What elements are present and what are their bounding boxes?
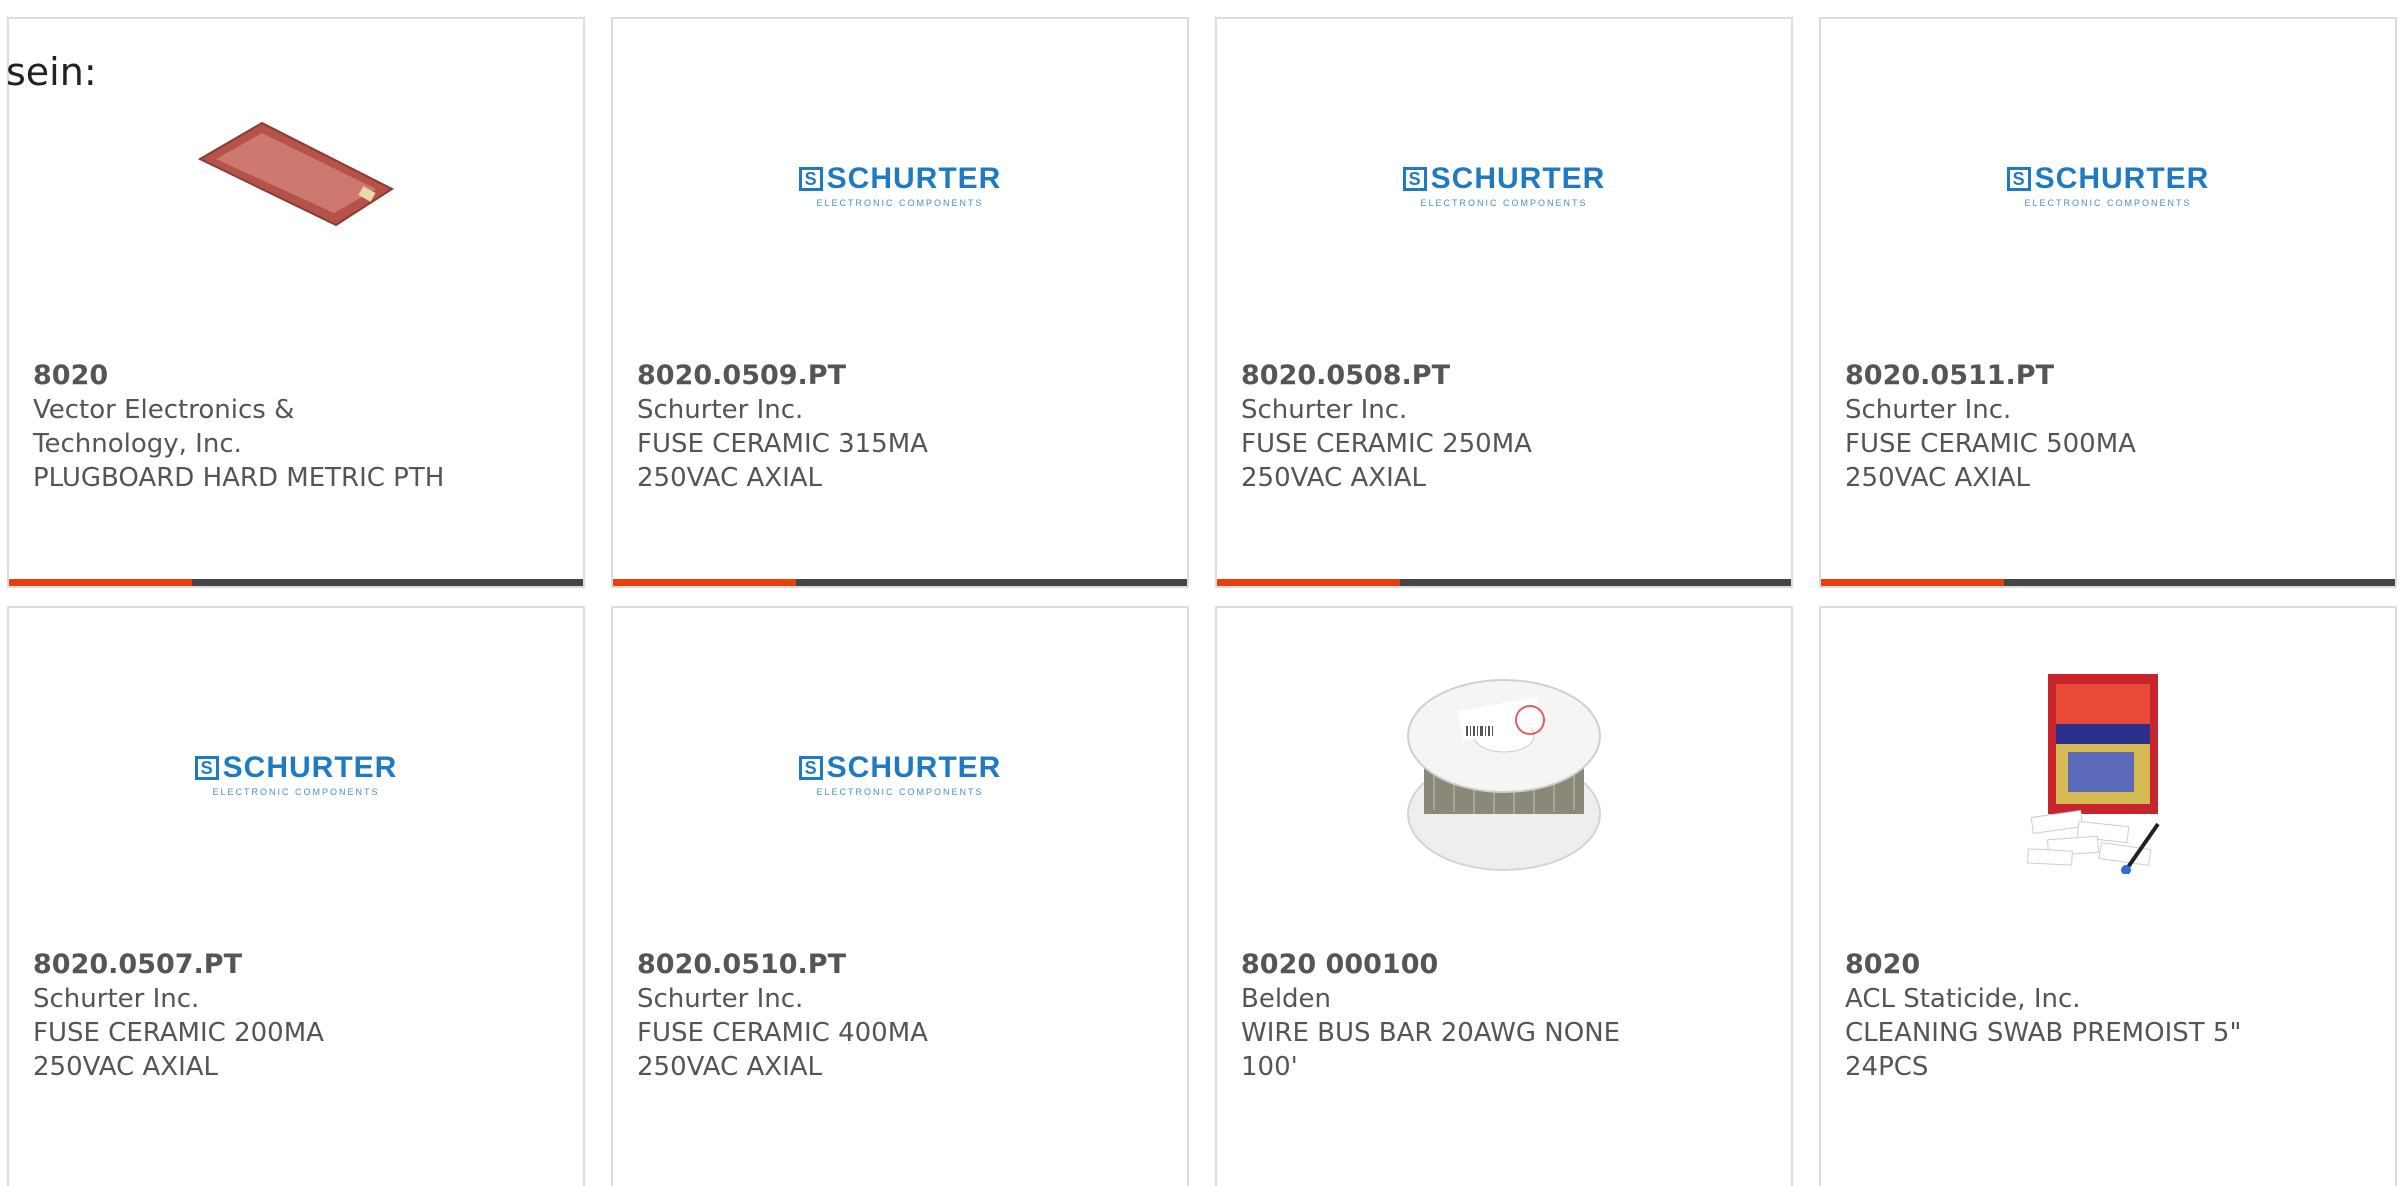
manufacturer: Schurter Inc. (1241, 395, 1408, 425)
manufacturer: Schurter Inc. (637, 984, 804, 1014)
card-bar (9, 579, 583, 586)
manufacturer: Schurter Inc. (1845, 395, 2012, 425)
description: FUSE CERAMIC 250MA 250VAC AXIAL (1241, 429, 1532, 493)
product-image-schurter-logo[interactable]: S SCHURTER ELECTRONIC COMPONENTS (798, 85, 1002, 285)
card-bar-accent (9, 579, 192, 586)
logo-sub: ELECTRONIC COMPONENTS (2024, 198, 2192, 208)
description: PLUGBOARD HARD METRIC PTH (33, 463, 445, 493)
manufacturer: Schurter Inc. (33, 984, 200, 1014)
logo-sub: ELECTRONIC COMPONENTS (816, 787, 984, 797)
part-number[interactable]: 8020.0510.PT (637, 948, 1077, 982)
product-image-schurter-logo[interactable]: S SCHURTER ELECTRONIC COMPONENTS (194, 674, 398, 874)
product-card[interactable]: 8020 000100 Belden WIRE BUS BAR 20AWG NO… (1215, 606, 1793, 1186)
schurter-logo-icon: S (194, 756, 219, 780)
card-bar-accent (613, 579, 796, 586)
manufacturer: Belden (1241, 984, 1332, 1014)
product-card[interactable]: S SCHURTER ELECTRONIC COMPONENTS 8020.05… (611, 606, 1189, 1186)
part-number[interactable]: 8020.0509.PT (637, 359, 1077, 393)
schurter-logo-icon: S (1402, 167, 1427, 191)
part-number[interactable]: 8020.0511.PT (1845, 359, 2285, 393)
card-bar (613, 579, 1187, 586)
product-image-schurter-logo[interactable]: S SCHURTER ELECTRONIC COMPONENTS (798, 674, 1002, 874)
schurter-logo-icon: S (2006, 167, 2031, 191)
part-number[interactable]: 8020 (33, 359, 473, 393)
product-card[interactable]: S SCHURTER ELECTRONIC COMPONENTS 8020.05… (611, 17, 1189, 588)
logo-word: SCHURTER (2034, 162, 2210, 195)
schurter-logo-icon: S (798, 167, 823, 191)
part-number[interactable]: 8020.0507.PT (33, 948, 473, 982)
product-card[interactable]: S SCHURTER ELECTRONIC COMPONENTS 8020.05… (1215, 17, 1793, 588)
description: FUSE CERAMIC 400MA 250VAC AXIAL (637, 1018, 928, 1082)
description: CLEANING SWAB PREMOIST 5" 24PCS (1845, 1018, 2242, 1082)
part-number[interactable]: 8020 (1845, 948, 2285, 982)
product-card[interactable]: S SCHURTER ELECTRONIC COMPONENTS 8020.05… (7, 606, 585, 1186)
logo-word: SCHURTER (222, 751, 398, 784)
product-image-wire-spool[interactable] (1404, 674, 1604, 874)
card-bar-accent (1821, 579, 2004, 586)
part-number[interactable]: 8020.0508.PT (1241, 359, 1681, 393)
description: FUSE CERAMIC 200MA 250VAC AXIAL (33, 1018, 324, 1082)
product-card[interactable]: 8020 ACL Staticide, Inc. CLEANING SWAB P… (1819, 606, 2397, 1186)
part-number[interactable]: 8020 000100 (1241, 948, 1681, 982)
logo-word: SCHURTER (826, 162, 1002, 195)
card-bar-accent (1217, 579, 1400, 586)
logo-word: SCHURTER (1430, 162, 1606, 195)
manufacturer: Vector Electronics & Technology, Inc. (33, 395, 295, 459)
product-image-schurter-logo[interactable]: S SCHURTER ELECTRONIC COMPONENTS (1402, 85, 1606, 285)
schurter-logo-icon: S (798, 756, 823, 780)
logo-sub: ELECTRONIC COMPONENTS (212, 787, 380, 797)
product-card[interactable]: 8020 Vector Electronics & Technology, In… (7, 17, 585, 588)
logo-word: SCHURTER (826, 751, 1002, 784)
product-image-plugboard[interactable] (196, 85, 396, 285)
description: FUSE CERAMIC 500MA 250VAC AXIAL (1845, 429, 2136, 493)
logo-sub: ELECTRONIC COMPONENTS (1420, 198, 1588, 208)
product-image-swab-pack[interactable] (2008, 674, 2208, 874)
description: FUSE CERAMIC 315MA 250VAC AXIAL (637, 429, 928, 493)
intro-text: sein: (6, 50, 97, 94)
card-bar (1821, 579, 2395, 586)
description: WIRE BUS BAR 20AWG NONE 100' (1241, 1018, 1621, 1082)
product-card[interactable]: S SCHURTER ELECTRONIC COMPONENTS 8020.05… (1819, 17, 2397, 588)
card-bar (1217, 579, 1791, 586)
product-image-schurter-logo[interactable]: S SCHURTER ELECTRONIC COMPONENTS (2006, 85, 2210, 285)
manufacturer: Schurter Inc. (637, 395, 804, 425)
logo-sub: ELECTRONIC COMPONENTS (816, 198, 984, 208)
manufacturer: ACL Staticide, Inc. (1845, 984, 2081, 1014)
